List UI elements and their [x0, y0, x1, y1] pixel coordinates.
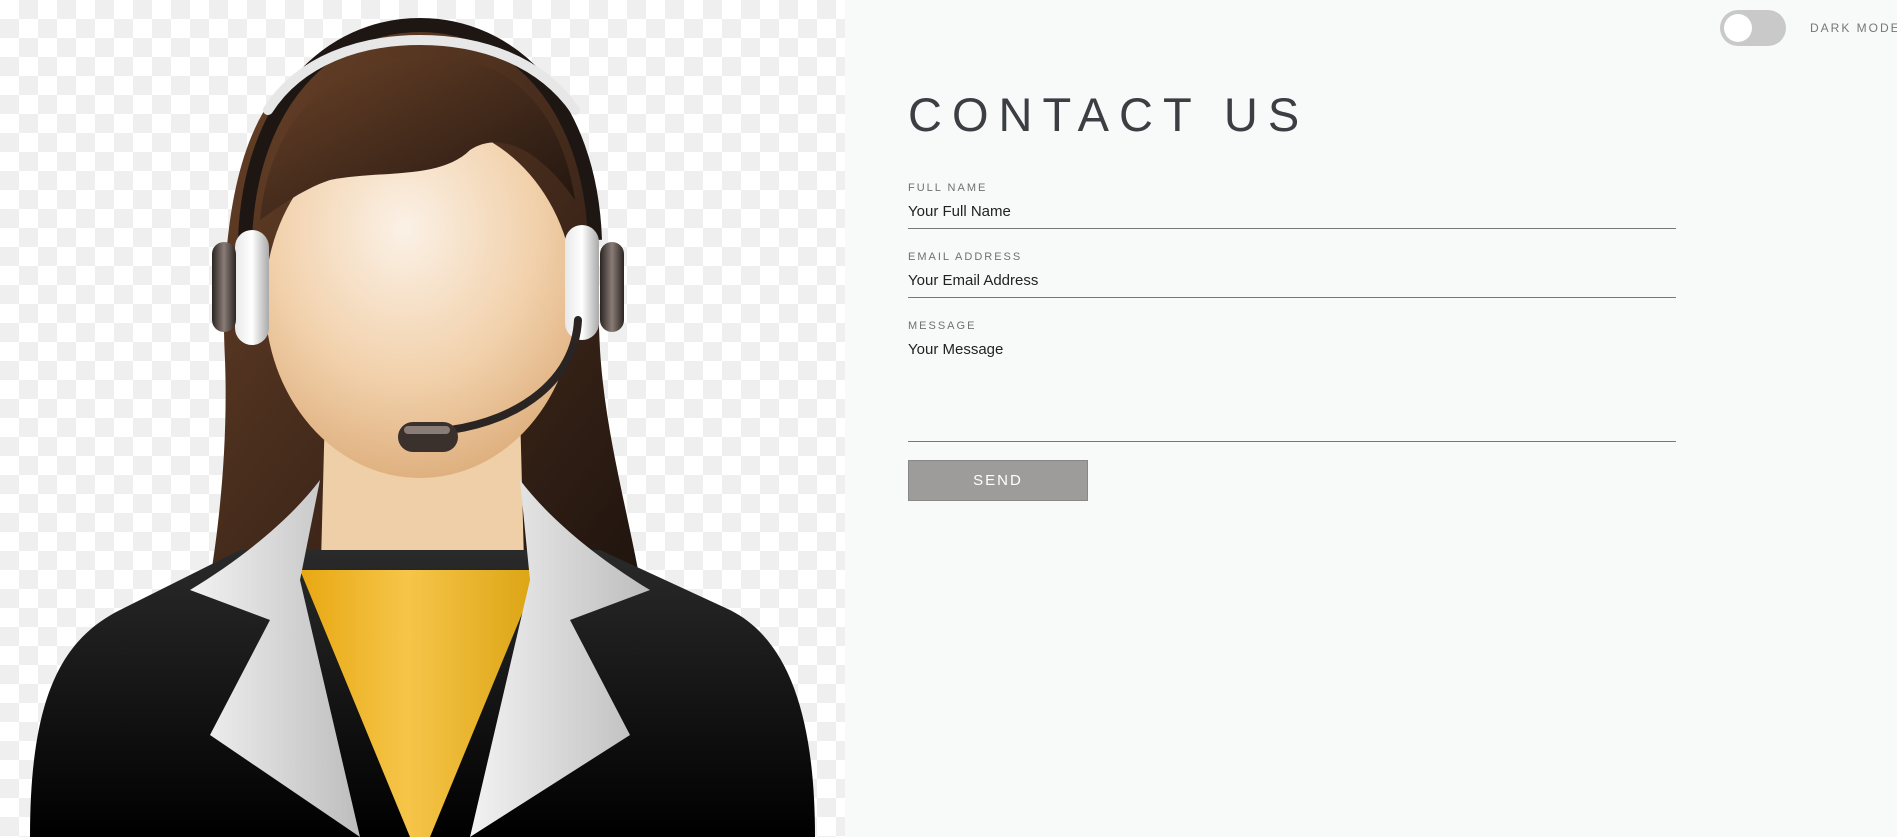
- page-title: CONTACT US: [908, 88, 1310, 141]
- hero-image: [0, 0, 845, 837]
- contact-form: CONTACT US FULL NAME EMAIL ADDRESS MESSA…: [908, 0, 1676, 501]
- message-label: MESSAGE: [908, 320, 977, 332]
- email-group: EMAIL ADDRESS: [908, 251, 1676, 298]
- toggle-knob: [1724, 14, 1752, 42]
- email-label: EMAIL ADDRESS: [908, 251, 1023, 263]
- message-textarea[interactable]: [908, 341, 1676, 442]
- full-name-input[interactable]: [908, 203, 1676, 229]
- email-input[interactable]: [908, 272, 1676, 298]
- dark-mode-toggle[interactable]: [1720, 10, 1786, 46]
- send-button[interactable]: SEND: [908, 460, 1088, 501]
- dark-mode-label: DARK MODE: [1810, 21, 1897, 35]
- message-group: MESSAGE: [908, 320, 1676, 442]
- full-name-label: FULL NAME: [908, 182, 988, 194]
- support-agent-illustration: [30, 17, 815, 837]
- dark-mode-switcher: DARK MODE: [1720, 10, 1897, 46]
- full-name-group: FULL NAME: [908, 182, 1676, 229]
- contact-page: DARK MODE CONTACT US FULL NAME EMAIL ADD…: [0, 0, 1897, 837]
